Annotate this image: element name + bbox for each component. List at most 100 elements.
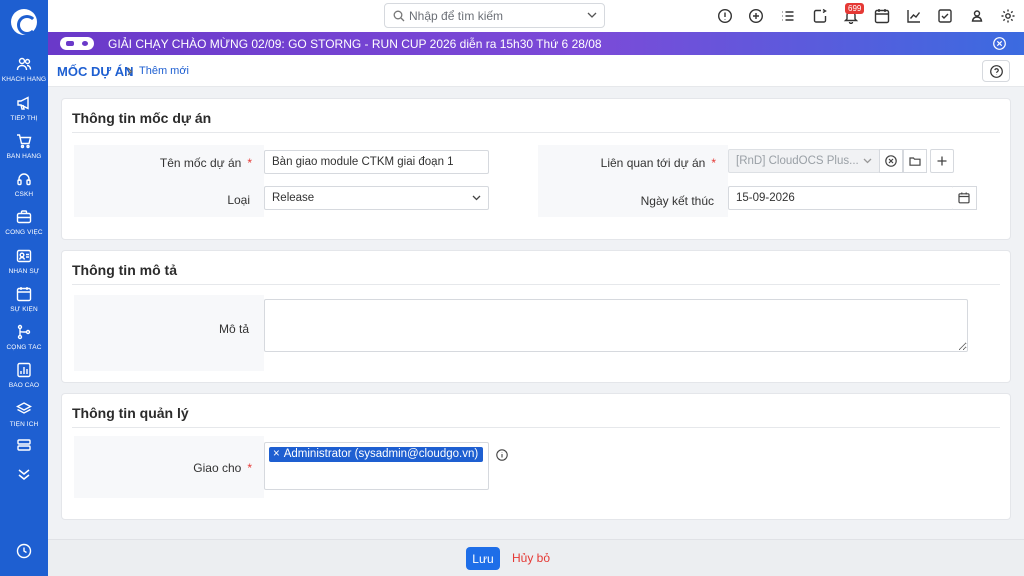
milestone-info-section: Thông tin mốc dự án Tên mốc dự án * Bàn g… — [61, 98, 1011, 240]
calendar-button[interactable] — [874, 8, 890, 24]
info-icon[interactable] — [496, 449, 508, 461]
add-project-button[interactable] — [930, 149, 954, 173]
user-icon — [971, 10, 983, 22]
breadcrumb-module[interactable]: MỐC DỰ ÁN — [57, 64, 134, 79]
calendar-icon — [958, 192, 970, 204]
date-picker-button[interactable] — [953, 186, 977, 210]
sidebar-item-label: Bán hàng — [6, 153, 42, 160]
report-icon — [17, 362, 31, 378]
milestone-name-field[interactable]: Bàn giao module CTKM giai đoạn 1 — [264, 150, 489, 174]
list-icon — [782, 11, 794, 21]
announcement-banner: GIẢI CHẠY CHÀO MỪNG 02/09: GO STORNG - R… — [48, 32, 1024, 55]
check-square-icon — [938, 9, 952, 23]
project-select[interactable]: [RnD] CloudOCS Plus... — [728, 149, 880, 173]
search-icon — [393, 10, 405, 22]
banner-text[interactable]: GIẢI CHẠY CHÀO MỪNG 02/09: GO STORNG - R… — [108, 37, 602, 51]
line-chart-icon — [907, 10, 921, 23]
sidebar-item-label: Công việc — [5, 229, 43, 236]
chevron-right-icon — [127, 67, 133, 76]
sidebar-item-collab[interactable]: Cộng tác — [0, 324, 48, 362]
assignee-name: Administrator (sysadmin@cloudgo.vn) — [283, 448, 479, 460]
calendar-icon — [16, 287, 32, 302]
form-footer: Lưu Hủy bỏ — [48, 539, 1024, 576]
sidebar-item-tasks[interactable]: Công việc — [0, 209, 48, 247]
sidebar-item-support[interactable]: CSKH — [0, 171, 48, 209]
clock-icon — [16, 543, 32, 559]
approvals-button[interactable] — [937, 8, 953, 24]
remove-tag-icon[interactable]: × — [273, 448, 280, 460]
sync-button[interactable] — [812, 8, 828, 24]
description-section: Thông tin mô tả Mô tả — [61, 250, 1011, 383]
profile-button[interactable] — [969, 8, 985, 24]
sidebar-history[interactable] — [0, 543, 48, 559]
sidebar-item-label: Báo cáo — [8, 382, 40, 389]
sidebar-expand[interactable] — [0, 466, 48, 482]
sidebar-item-label: Cộng tác — [6, 344, 42, 351]
sidebar-item-reports[interactable]: Báo cáo — [0, 362, 48, 400]
top-bar: 699 — [48, 0, 1024, 32]
sidebar-item-label: Sự kiện — [10, 306, 38, 313]
sidebar-item-label: Tiếp thị — [10, 115, 38, 122]
question-circle-icon — [990, 65, 1003, 78]
sidebar-item-label: Khách hàng — [1, 76, 47, 83]
save-button[interactable]: Lưu — [466, 547, 500, 570]
briefcase-icon — [16, 210, 32, 224]
end-date-field[interactable]: 15-09-2026 — [728, 186, 954, 210]
project-label: Liên quan tới dự án * — [600, 156, 716, 170]
sidebar-item-hr[interactable]: Nhân sự — [0, 248, 48, 286]
gear-icon — [1001, 9, 1015, 23]
app-logo[interactable] — [11, 9, 37, 35]
close-circle-icon[interactable] — [993, 37, 1006, 50]
branch-icon — [17, 324, 31, 340]
assign-to-field[interactable]: × Administrator (sysadmin@cloudgo.vn) — [264, 442, 489, 490]
management-section: Thông tin quản lý Giao cho * × Administrat… — [61, 393, 1011, 520]
sidebar-item-utilities[interactable]: Tiện ích — [0, 401, 48, 439]
chevron-down-icon — [472, 195, 481, 201]
sidebar-item-customers[interactable]: Khách hàng — [0, 56, 48, 94]
analytics-button[interactable] — [906, 8, 922, 24]
notification-badge: 699 — [845, 3, 865, 14]
section-title: Thông tin mốc dự án — [72, 110, 212, 126]
chevron-down-icon — [863, 158, 872, 164]
divider — [72, 284, 1000, 285]
section-title: Thông tin quản lý — [72, 405, 189, 421]
sidebar-item-label: CSKH — [14, 191, 34, 198]
sidebar: Khách hàng Tiếp thị Bán hàng CSKH Công v… — [0, 0, 48, 576]
sidebar-item-events[interactable]: Sự kiện — [0, 286, 48, 324]
cancel-button[interactable]: Hủy bỏ — [512, 551, 550, 565]
exclamation-circle-icon — [717, 8, 733, 24]
refresh-square-icon — [813, 8, 827, 23]
end-date-label: Ngày kết thúc — [640, 194, 714, 208]
id-card-icon — [16, 249, 32, 263]
clear-project-button[interactable] — [879, 149, 903, 173]
type-label: Loại — [227, 193, 250, 207]
assign-to-label: Giao cho * — [193, 461, 252, 475]
sidebar-item-marketing[interactable]: Tiếp thị — [0, 95, 48, 133]
quick-create-button[interactable] — [748, 8, 764, 24]
alert-button[interactable] — [717, 8, 733, 24]
help-button[interactable] — [982, 60, 1010, 82]
divider — [72, 132, 1000, 133]
assignee-tag: × Administrator (sysadmin@cloudgo.vn) — [269, 447, 484, 462]
global-search[interactable] — [384, 3, 605, 28]
type-select[interactable]: Release — [264, 186, 489, 210]
settings-button[interactable] — [1000, 8, 1016, 24]
cart-icon — [17, 134, 32, 149]
plus-icon — [937, 156, 947, 166]
headset-icon — [17, 173, 31, 186]
close-circle-icon — [885, 155, 897, 167]
type-value: Release — [272, 192, 315, 204]
browse-project-button[interactable] — [903, 149, 927, 173]
search-input[interactable] — [409, 7, 579, 24]
sidebar-item-sales[interactable]: Bán hàng — [0, 133, 48, 171]
double-chevron-down-icon — [18, 469, 30, 480]
chevron-down-icon[interactable] — [587, 12, 597, 19]
task-list-button[interactable] — [780, 8, 796, 24]
users-icon — [16, 57, 32, 71]
divider — [72, 427, 1000, 428]
description-textarea[interactable] — [264, 299, 968, 352]
sidebar-item-more[interactable] — [0, 438, 48, 454]
project-value: [RnD] CloudOCS Plus... — [736, 155, 859, 167]
gamepad-icon — [60, 37, 94, 50]
milestone-name-label: Tên mốc dự án * — [159, 156, 252, 170]
